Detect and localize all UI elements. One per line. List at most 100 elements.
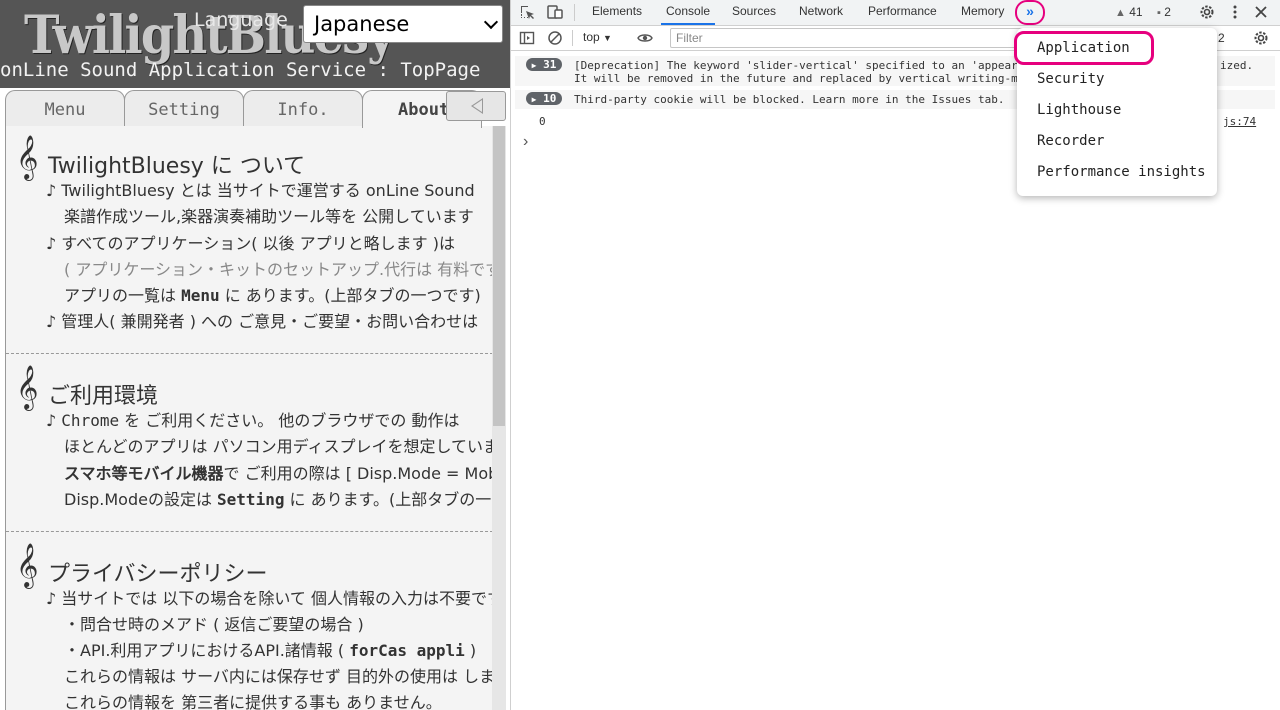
- toolbar-divider: [572, 30, 573, 46]
- section-divider: [6, 353, 493, 354]
- text-part: ): [464, 641, 477, 660]
- tab-console[interactable]: Console: [661, 0, 716, 25]
- text-part: に あります。(上部タブの一つです): [289, 490, 493, 509]
- expand-triangle-icon: ▶: [531, 61, 537, 70]
- website-pane: TwilightBluesy Language Japanese onLine …: [0, 0, 510, 710]
- message-count-badge: ▶ 31: [526, 58, 562, 71]
- text-part: ♪: [46, 411, 62, 430]
- issues-count: 2: [1164, 5, 1171, 19]
- devtools-tabbar: Elements Console Sources Network Perform…: [511, 0, 1280, 26]
- section-text: ・API.利用アプリにおけるAPI.諸情報 ( forCas appli ): [64, 643, 476, 659]
- message-text: Third-party cookie will be blocked. Lear…: [574, 93, 1005, 106]
- collapse-button[interactable]: [446, 91, 506, 121]
- language-select[interactable]: Japanese: [303, 5, 503, 43]
- text-part: に あります。(上部タブの一つです): [219, 286, 481, 305]
- treble-clef-icon: 𝄞: [16, 365, 39, 409]
- tab-menu[interactable]: Menu: [5, 90, 125, 126]
- section-text: Disp.Modeの設定は Setting に あります。(上部タブの一つです): [64, 492, 493, 508]
- message-count: 31: [543, 58, 557, 71]
- warning-icon: ▲: [1115, 7, 1126, 19]
- chevron-down-icon: [483, 14, 499, 30]
- tab-performance[interactable]: Performance: [868, 0, 937, 25]
- menu-item-recorder[interactable]: Recorder: [1037, 133, 1104, 149]
- menu-item-security[interactable]: Security: [1037, 71, 1104, 87]
- section-title: ご利用環境: [48, 384, 159, 409]
- about-content: 𝄞 TwilightBluesy に ついて ♪ TwilightBluesy …: [5, 126, 493, 710]
- toolbar-divider: [574, 4, 575, 21]
- issue-icon: ▪: [1157, 7, 1161, 19]
- toolbar-issues-count[interactable]: 2: [1218, 31, 1225, 45]
- site-header: TwilightBluesy Language Japanese onLine …: [0, 0, 510, 88]
- section-text: ・問合せ時のメアド ( 返信ご要望の場合 ): [64, 615, 364, 634]
- inspect-element-icon[interactable]: [519, 4, 535, 20]
- close-icon[interactable]: [1253, 4, 1269, 20]
- section-text: スマホ等モバイル機器で ご利用の際は [ Disp.Mode = Mobile …: [64, 466, 493, 482]
- language-select-value: Japanese: [314, 12, 410, 36]
- message-count: 10: [543, 92, 557, 105]
- console-prompt-icon[interactable]: ›: [523, 133, 528, 151]
- page-scrollbar[interactable]: [492, 126, 506, 710]
- section-text: ♪ TwilightBluesy とは 当サイトで運営する onLine Sou…: [46, 181, 475, 200]
- section-title: プライバシーポリシー: [48, 562, 268, 587]
- expand-triangle-icon: ▶: [531, 95, 537, 104]
- site-subtitle: onLine Sound Application Service : TopPa…: [0, 59, 481, 81]
- text-part: スマホ等モバイル機器: [64, 464, 224, 483]
- dropdown-arrow-icon: ▼: [603, 33, 612, 43]
- treble-clef-icon: 𝄞: [16, 543, 39, 587]
- more-vert-icon[interactable]: [1227, 4, 1243, 20]
- message-count-badge: ▶ 10: [526, 92, 562, 105]
- section-text: ほとんどのアプリは パソコン用ディスプレイを想定しています: [64, 437, 493, 456]
- tab-setting[interactable]: Setting: [124, 90, 244, 126]
- message-text: [Deprecation] The keyword 'slider-vertic…: [574, 59, 1018, 72]
- section-text: これらの情報は サーバ内には保存せず 目的外の使用は しません: [64, 667, 493, 686]
- language-label: Language: [194, 9, 288, 31]
- section-text: 楽譜作成ツール,楽器演奏補助ツール等を 公開しています: [64, 207, 474, 226]
- section-text: ♪ すべてのアプリケーション( 以後 アプリと略します )は: [46, 234, 455, 253]
- site-tabs: Menu Setting Info. About: [0, 88, 510, 128]
- treble-clef-icon: 𝄞: [16, 135, 39, 179]
- section-text: アプリの一覧は Menu に あります。(上部タブの一つです): [64, 288, 481, 304]
- section-divider: [6, 531, 493, 532]
- menu-item-application[interactable]: Application: [1037, 40, 1130, 56]
- section-text: ♪ 当サイトでは 以下の場合を除いて 個人情報の入力は不要です: [46, 589, 493, 608]
- message-text: It will be removed in the future and rep…: [574, 72, 1018, 85]
- clear-console-icon[interactable]: [547, 30, 563, 46]
- section-text: これらの情報を 第三者に提供する事も ありません。: [64, 693, 442, 710]
- text-part: Disp.Modeの設定は: [64, 490, 218, 509]
- more-tabs-button[interactable]: »: [1015, 0, 1045, 25]
- console-settings-icon[interactable]: [1253, 30, 1269, 46]
- issues-badge[interactable]: ▪ 2: [1157, 5, 1171, 19]
- eye-icon[interactable]: [637, 30, 653, 46]
- menu-item-lighthouse[interactable]: Lighthouse: [1037, 102, 1121, 118]
- setting-link[interactable]: Setting: [217, 490, 284, 509]
- text-part: で ご利用の際は [ Disp.Mode = Mobile ]: [223, 464, 493, 483]
- tab-elements[interactable]: Elements: [592, 0, 642, 25]
- message-text: ized.: [1220, 59, 1254, 72]
- text-part: アプリの一覧は: [64, 286, 182, 305]
- tab-info[interactable]: Info.: [243, 90, 363, 126]
- device-toolbar-icon[interactable]: [547, 4, 563, 20]
- menu-link[interactable]: Menu: [181, 286, 220, 305]
- text-part: forCas appli: [349, 641, 465, 660]
- context-select[interactable]: top ▼: [583, 30, 612, 44]
- more-tabs-menu: Application Security Lighthouse Recorder…: [1014, 28, 1217, 196]
- warnings-count: 41: [1129, 5, 1143, 19]
- section-title: TwilightBluesy に ついて: [48, 154, 306, 179]
- text-part: ・API.利用アプリにおけるAPI.諸情報 (: [64, 641, 350, 660]
- warnings-badge[interactable]: ▲ 41: [1115, 5, 1143, 19]
- tab-sources[interactable]: Sources: [732, 0, 776, 25]
- context-value: top: [583, 30, 600, 44]
- scrollbar-thumb[interactable]: [493, 126, 505, 426]
- text-part: Chrome: [61, 411, 120, 430]
- tab-network[interactable]: Network: [799, 0, 843, 25]
- menu-item-performance-insights[interactable]: Performance insights: [1037, 164, 1206, 180]
- log-value: 0: [539, 115, 546, 128]
- gear-icon[interactable]: [1199, 4, 1215, 20]
- section-text: ♪ 管理人( 兼開発者 ) への ご意見・ご要望・お問い合わせは: [46, 312, 479, 331]
- section-text: ( アプリケーション・キットのセットアップ.代行は 有料です ): [64, 260, 493, 279]
- tab-memory[interactable]: Memory: [961, 0, 1004, 25]
- text-part: を ご利用ください。 他のブラウザでの 動作は: [119, 411, 460, 430]
- section-text: ♪ Chrome を ご利用ください。 他のブラウザでの 動作は: [46, 413, 459, 429]
- source-link[interactable]: js:74: [1223, 115, 1256, 128]
- sidebar-toggle-icon[interactable]: [519, 30, 535, 46]
